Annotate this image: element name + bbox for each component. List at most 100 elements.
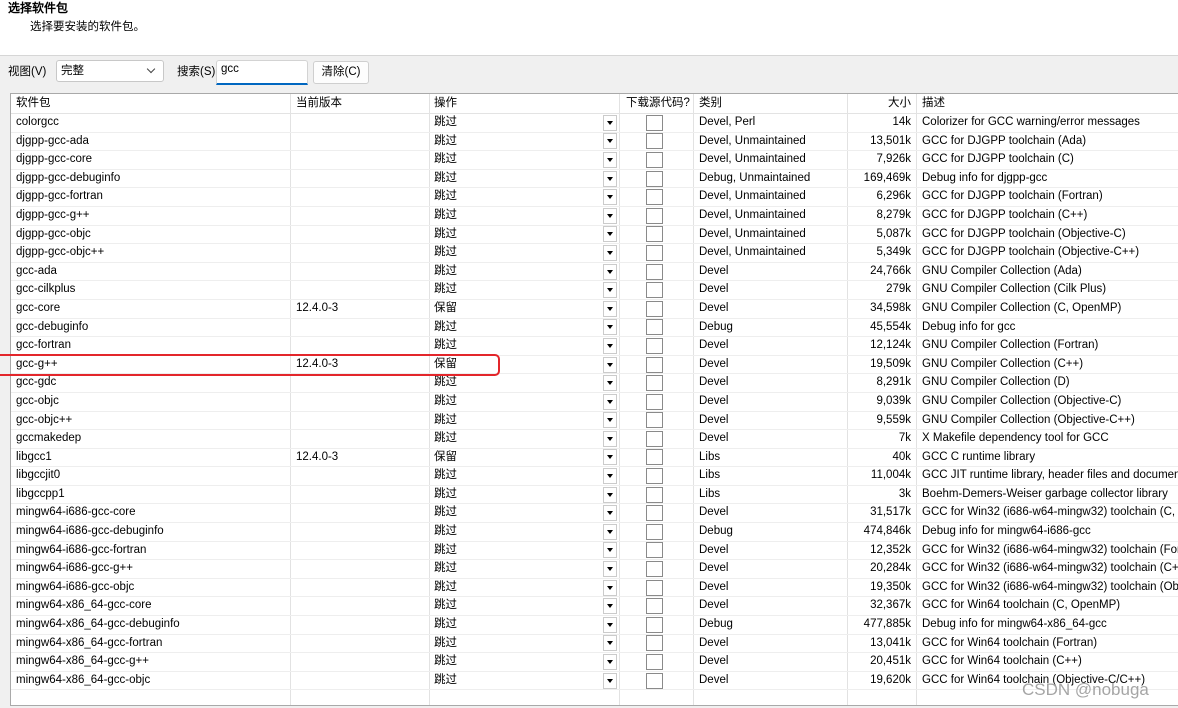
column-header-description[interactable]: 描述 [917, 94, 1178, 113]
package-row[interactable]: mingw64-i686-gcc-objc 跳过 Devel 19,350k GCC f… [11, 578, 1178, 598]
package-row[interactable]: djgpp-gcc-ada 跳过 Devel, Unmaintained 13,501… [11, 132, 1178, 152]
action-dropdown-button[interactable] [603, 672, 617, 689]
download-source-checkbox[interactable] [646, 468, 663, 485]
package-row[interactable]: mingw64-x86_64-gcc-objc 跳过 Devel 19,620k GCC… [11, 671, 1178, 691]
action-dropdown-button[interactable] [603, 244, 617, 261]
action-select[interactable]: 跳过 [430, 411, 620, 430]
action-dropdown-button[interactable] [603, 449, 617, 466]
action-dropdown-button[interactable] [603, 337, 617, 354]
package-row[interactable]: gcc-gdc 跳过 Devel 8,291k GNU Compiler Collect… [11, 374, 1178, 393]
download-source-checkbox[interactable] [646, 375, 663, 392]
column-header-package[interactable]: 软件包 [11, 94, 291, 113]
package-row[interactable]: libgccpp1 跳过 Libs 3k Boehm-Demers-Weiser gar… [11, 485, 1178, 505]
download-source-checkbox[interactable] [646, 226, 663, 243]
action-dropdown-button[interactable] [603, 468, 617, 485]
column-header-download-source[interactable]: 下载源代码? [620, 94, 694, 113]
action-select[interactable]: 跳过 [430, 430, 620, 448]
action-dropdown-button[interactable] [603, 654, 617, 671]
action-select[interactable]: 跳过 [430, 374, 620, 392]
download-source-checkbox[interactable] [646, 393, 663, 410]
action-dropdown-button[interactable] [603, 635, 617, 652]
action-select[interactable]: 跳过 [430, 151, 620, 169]
package-row[interactable]: gcc-fortran 跳过 Devel 12,124k GNU Compiler Co… [11, 337, 1178, 356]
package-row[interactable]: djgpp-gcc-core 跳过 Devel, Unmaintained 7,926… [11, 151, 1178, 170]
download-source-checkbox[interactable] [646, 654, 663, 671]
package-row[interactable]: gcc-debuginfo 跳过 Debug 45,554k Debug info fo… [11, 318, 1178, 338]
action-select[interactable]: 保留 [430, 448, 620, 467]
download-source-checkbox[interactable] [646, 133, 663, 150]
action-select[interactable]: 跳过 [430, 560, 620, 578]
download-source-checkbox[interactable] [646, 542, 663, 559]
action-select[interactable]: 跳过 [430, 504, 620, 523]
action-dropdown-button[interactable] [603, 226, 617, 243]
action-select[interactable]: 跳过 [430, 523, 620, 541]
download-source-checkbox[interactable] [646, 114, 663, 131]
action-dropdown-button[interactable] [603, 319, 617, 336]
action-dropdown-button[interactable] [603, 189, 617, 206]
action-select[interactable]: 跳过 [430, 653, 620, 671]
package-row[interactable]: gcc-objc++ 跳过 Devel 9,559k GNU Compiler Coll… [11, 411, 1178, 431]
package-row[interactable]: djgpp-gcc-objc 跳过 Devel, Unmaintained 5,087… [11, 225, 1178, 245]
package-row[interactable]: libgccjit0 跳过 Libs 11,004k GCC JIT runtime l… [11, 467, 1178, 486]
action-select[interactable]: 跳过 [430, 597, 620, 616]
action-select[interactable]: 跳过 [430, 132, 620, 151]
package-row[interactable]: mingw64-i686-gcc-core 跳过 Devel 31,517k GCC f… [11, 504, 1178, 524]
package-row[interactable]: colorgcc 跳过 Devel, Perl 14k Colorizer for GC… [11, 114, 1178, 133]
action-select[interactable]: 跳过 [430, 541, 620, 560]
download-source-checkbox[interactable] [646, 282, 663, 299]
action-dropdown-button[interactable] [603, 282, 617, 299]
action-select[interactable]: 跳过 [430, 225, 620, 244]
package-row[interactable]: gccmakedep 跳过 Devel 7k X Makefile dependency… [11, 430, 1178, 449]
action-dropdown-button[interactable] [603, 300, 617, 317]
action-select[interactable]: 跳过 [430, 244, 620, 262]
download-source-checkbox[interactable] [646, 412, 663, 429]
action-dropdown-button[interactable] [603, 561, 617, 578]
download-source-checkbox[interactable] [646, 561, 663, 578]
package-row[interactable]: gcc-core 12.4.0-3 保留 Devel 34,598k GNU Compil… [11, 299, 1178, 319]
view-select[interactable]: 完整 [56, 60, 164, 82]
package-row[interactable]: mingw64-i686-gcc-g++ 跳过 Devel 20,284k GCC fo… [11, 560, 1178, 579]
action-select[interactable]: 跳过 [430, 467, 620, 485]
download-source-checkbox[interactable] [646, 486, 663, 503]
action-dropdown-button[interactable] [603, 579, 617, 596]
download-source-checkbox[interactable] [646, 356, 663, 373]
download-source-checkbox[interactable] [646, 189, 663, 206]
action-dropdown-button[interactable] [603, 133, 617, 150]
action-select[interactable]: 跳过 [430, 485, 620, 504]
action-dropdown-button[interactable] [603, 207, 617, 224]
action-dropdown-button[interactable] [603, 412, 617, 429]
package-row[interactable]: djgpp-gcc-objc++ 跳过 Devel, Unmaintained 5,3… [11, 244, 1178, 263]
download-source-checkbox[interactable] [646, 337, 663, 354]
action-select[interactable]: 跳过 [430, 318, 620, 337]
package-row[interactable]: djgpp-gcc-g++ 跳过 Devel, Unmaintained 8,279k… [11, 206, 1178, 226]
action-select[interactable]: 跳过 [430, 188, 620, 206]
action-dropdown-button[interactable] [603, 523, 617, 540]
package-row[interactable]: libgcc1 12.4.0-3 保留 Libs 40k GCC C runtime li… [11, 448, 1178, 468]
column-header-current-version[interactable]: 当前版本 [291, 94, 430, 113]
package-row[interactable]: mingw64-x86_64-gcc-fortran 跳过 Devel 13,041k… [11, 634, 1178, 654]
action-dropdown-button[interactable] [603, 356, 617, 373]
download-source-checkbox[interactable] [646, 672, 663, 689]
action-select[interactable]: 跳过 [430, 114, 620, 132]
download-source-checkbox[interactable] [646, 635, 663, 652]
action-select[interactable]: 跳过 [430, 671, 620, 690]
download-source-checkbox[interactable] [646, 616, 663, 633]
action-dropdown-button[interactable] [603, 430, 617, 447]
download-source-checkbox[interactable] [646, 598, 663, 615]
package-row[interactable]: djgpp-gcc-fortran 跳过 Devel, Unmaintained 6,… [11, 188, 1178, 207]
action-dropdown-button[interactable] [603, 505, 617, 522]
package-row[interactable]: gcc-ada 跳过 Devel 24,766k GNU Compiler Collec… [11, 262, 1178, 282]
package-row[interactable]: mingw64-x86_64-gcc-debuginfo 跳过 Debug 477,8… [11, 616, 1178, 635]
download-source-checkbox[interactable] [646, 319, 663, 336]
action-select[interactable]: 跳过 [430, 392, 620, 411]
package-row[interactable]: mingw64-x86_64-gcc-core 跳过 Devel 32,367k GCC… [11, 597, 1178, 617]
action-select[interactable]: 保留 [430, 299, 620, 318]
download-source-checkbox[interactable] [646, 151, 663, 168]
package-row[interactable]: gcc-cilkplus 跳过 Devel 279k GNU Compiler Coll… [11, 281, 1178, 300]
column-header-action[interactable]: 操作 [430, 94, 620, 113]
download-source-checkbox[interactable] [646, 449, 663, 466]
download-source-checkbox[interactable] [646, 579, 663, 596]
action-select[interactable]: 跳过 [430, 634, 620, 653]
download-source-checkbox[interactable] [646, 505, 663, 522]
action-dropdown-button[interactable] [603, 170, 617, 187]
